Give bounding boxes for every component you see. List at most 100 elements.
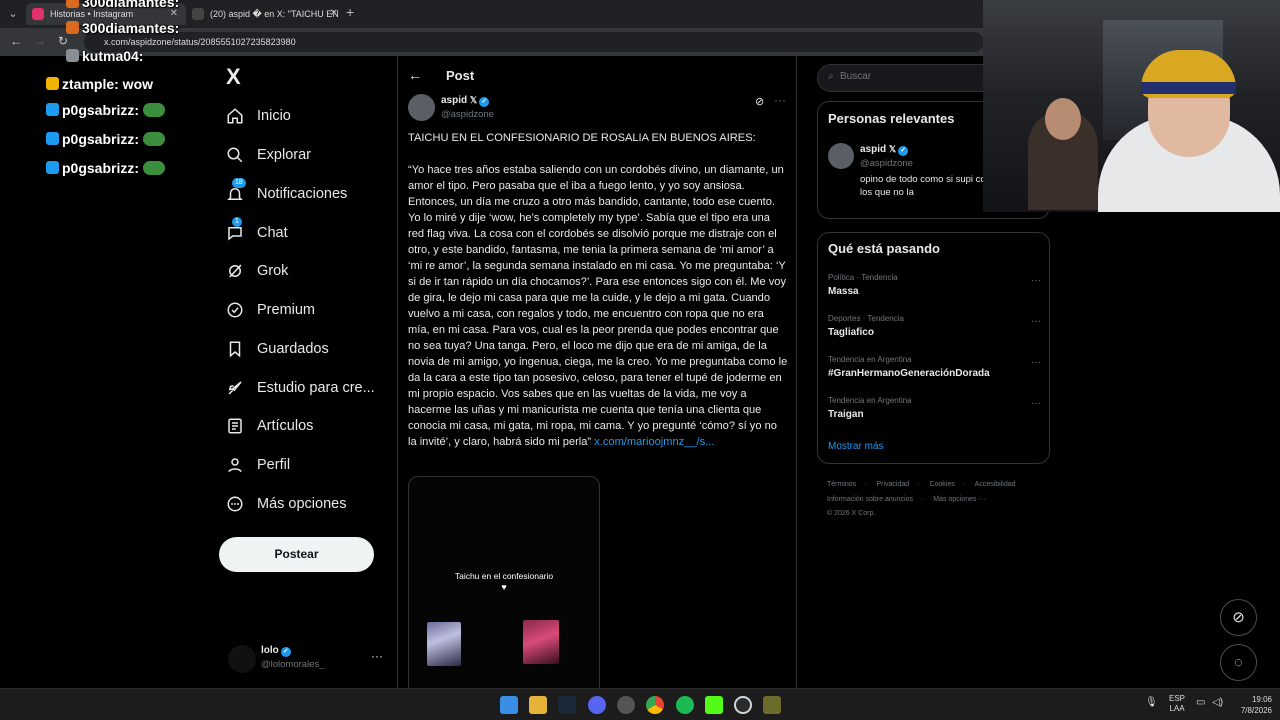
card-title: Personas relevantes [828, 111, 955, 126]
stream-chat-overlay: 300diamantes: 300diamantes: kutma04: zta… [46, 0, 196, 185]
x-badge-icon: 𝕏 [888, 144, 897, 154]
webcam-beanie-band [1141, 82, 1236, 94]
nav-item-notificaciones[interactable]: 18 Notificaciones [224, 178, 347, 209]
footer-link[interactable]: Accesibilidad [975, 481, 1016, 488]
nav-item-chat[interactable]: 1 Chat [224, 217, 288, 248]
post-body: “Yo hace tres años estaba saliendo con u… [408, 164, 788, 448]
back-arrow-icon[interactable]: ← [408, 67, 422, 83]
new-tab-icon[interactable]: + [346, 4, 354, 20]
network-icon[interactable]: ▭ [1196, 698, 1205, 708]
account-name-row: lolo ✓ [261, 645, 291, 657]
footer-link[interactable]: Más opciones ··· [933, 496, 985, 503]
nav-label: Artículos [257, 418, 314, 434]
microphone-icon[interactable]: 🎙 [1145, 698, 1158, 708]
avatar[interactable] [828, 143, 854, 169]
relevant-name-row[interactable]: aspid 𝕏 ✓ [860, 144, 909, 156]
nav-item-guardados[interactable]: Guardados [224, 334, 329, 364]
nav-label: Inicio [257, 108, 291, 124]
author-name-row[interactable]: aspid 𝕏 ✓ [441, 95, 490, 107]
tab-search-icon[interactable]: ⌄ [4, 5, 22, 23]
author-avatar[interactable] [408, 94, 435, 121]
post-video[interactable]: Taichu en el confesionario ♥ [408, 476, 600, 688]
language-indicator[interactable]: ESP LAA [1166, 694, 1188, 714]
nav-item-estudio[interactable]: Estudio para cre... [224, 373, 375, 403]
browser-tab-x[interactable]: (20) aspid � en X: "TAICHU EN ✕ [186, 3, 346, 25]
post-button[interactable]: Postear [219, 537, 374, 572]
clock[interactable]: 19:06 7/8/2026 [1222, 694, 1272, 716]
trend-title: #GranHermanoGeneraciónDorada [828, 368, 990, 379]
author-handle[interactable]: @aspidzone [441, 109, 494, 120]
copyright: © 2026 X Corp. [827, 510, 876, 517]
trend-item[interactable]: Tendencia en Argentina #GranHermanoGener… [828, 355, 1043, 389]
more-dots-icon[interactable]: ··· [1031, 357, 1041, 368]
more-dots-icon[interactable]: ··· [774, 93, 786, 107]
chat-badge-icon [46, 77, 59, 90]
relevant-name: aspid [860, 144, 887, 155]
ccleaner-icon[interactable] [734, 696, 752, 714]
chat-badge-icon [66, 49, 79, 62]
nav-item-explorar[interactable]: Explorar [224, 140, 311, 170]
emote-icon [143, 132, 166, 146]
trend-item[interactable]: Deportes · Tendencia Tagliafico ··· [828, 314, 1043, 348]
nav-item-grok[interactable]: Grok [224, 256, 288, 286]
app-icon[interactable] [763, 696, 781, 714]
nav-item-articulos[interactable]: Artículos [224, 411, 313, 441]
chat-message: p0gsabrizz: [46, 131, 166, 147]
post-headline: TAICHU EN EL CONFESIONARIO DE ROSALIA EN… [408, 132, 756, 144]
chrome-icon[interactable] [646, 696, 664, 714]
more-dots-icon[interactable]: ··· [1031, 316, 1041, 327]
clock-date: 7/8/2026 [1240, 706, 1272, 715]
file-explorer-icon[interactable] [529, 696, 547, 714]
x-logo-icon[interactable]: X [226, 66, 248, 88]
footer-link[interactable]: Información sobre anuncios [827, 496, 913, 503]
person-icon [224, 454, 246, 476]
nav-item-perfil[interactable]: Perfil [224, 450, 290, 480]
tab-title: (20) aspid � en X: "TAICHU EN [210, 9, 339, 19]
more-dots-icon[interactable]: ··· [1031, 275, 1041, 286]
grok-icon [224, 260, 246, 282]
post-text: TAICHU EN EL CONFESIONARIO DE ROSALIA EN… [408, 130, 788, 450]
forward-arrow-icon[interactable]: → [34, 34, 46, 48]
obs-icon[interactable] [617, 696, 635, 714]
instagram-favicon-icon [32, 8, 44, 20]
more-circle-icon [224, 493, 246, 515]
home-icon [224, 105, 246, 127]
nav-item-mas-opciones[interactable]: Más opciones [224, 489, 346, 519]
url-field[interactable]: x.com/aspidzone/status/20855510272358239… [84, 32, 984, 52]
chat-message: kutma04: [66, 48, 143, 64]
account-switcher[interactable]: lolo ✓ @lolomorales_ ··· [228, 643, 388, 679]
nav-label: Grok [257, 263, 289, 279]
clock-time: 19:06 [1251, 695, 1272, 704]
footer-link[interactable]: Términos [827, 481, 856, 488]
back-arrow-icon[interactable]: ← [10, 34, 22, 48]
grok-icon[interactable]: ⊘ [755, 95, 764, 108]
chat-count-badge: 1 [232, 217, 242, 227]
chat-badge-icon [46, 132, 59, 145]
close-tab-icon[interactable]: ✕ [330, 3, 338, 25]
discord-icon[interactable] [588, 696, 606, 714]
main-column: ← Post aspid 𝕏 ✓ @aspidzone ⊘ ··· TAICHU … [397, 56, 797, 688]
nav-item-premium[interactable]: Premium [224, 295, 315, 325]
trend-item[interactable]: Tendencia en Argentina Traigan ··· [828, 396, 1043, 430]
footer-link[interactable]: Privacidad [876, 481, 909, 488]
show-more-link[interactable]: Mostrar más [828, 441, 884, 452]
messages-fab-icon[interactable]: ◌ [1220, 644, 1257, 681]
author-name: aspid [441, 95, 468, 106]
grok-fab-icon[interactable]: ⊘ [1220, 599, 1257, 636]
avatar [228, 645, 256, 673]
start-icon[interactable] [500, 696, 518, 714]
trend-item[interactable]: Política · Tendencia Massa ··· [828, 273, 1043, 307]
steam-icon[interactable] [558, 696, 576, 714]
premium-icon [224, 299, 246, 321]
trend-title: Massa [828, 286, 859, 297]
keyboard-layout: LAA [1169, 704, 1185, 713]
nav-item-inicio[interactable]: Inicio [224, 101, 291, 131]
nav-label: Explorar [257, 147, 311, 163]
kick-icon[interactable] [705, 696, 723, 714]
footer-link[interactable]: Cookies [929, 481, 954, 488]
more-dots-icon[interactable]: ··· [371, 649, 383, 663]
chat-message: 300diamantes: [66, 0, 179, 10]
more-dots-icon[interactable]: ··· [1031, 398, 1041, 409]
spotify-icon[interactable] [676, 696, 694, 714]
post-link[interactable]: x.com/marioojmnz__/s... [594, 436, 714, 448]
